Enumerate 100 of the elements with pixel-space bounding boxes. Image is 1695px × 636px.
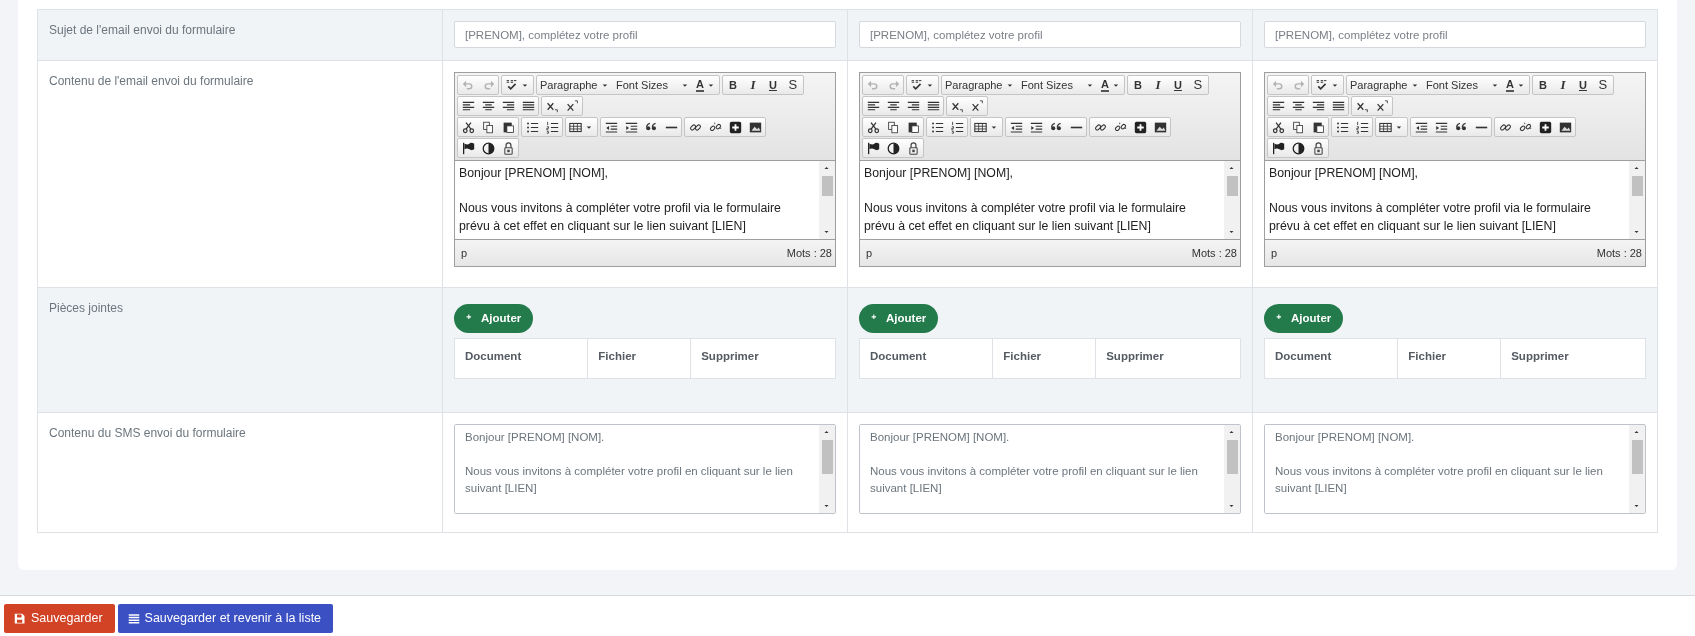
unlink-icon (1113, 120, 1127, 134)
scroll-up-icon (1228, 428, 1236, 436)
sms-textarea[interactable]: Bonjour [PRENOM] [NOM]. Nous vous invitons à compléter votre profil en cliquant sur le lien suivant [LIEN] (859, 424, 1241, 514)
scroll-down-icon (1633, 502, 1641, 510)
scrollbar-thumb[interactable] (1631, 176, 1643, 196)
cut-icon (1271, 120, 1285, 134)
column-header: Document (1264, 338, 1398, 378)
field-label: Contenu de l'email envoi du formulaire (49, 74, 254, 88)
scroll-up-icon (823, 428, 831, 436)
bold-button[interactable]: B (722, 76, 743, 94)
underline-button[interactable]: U (1572, 76, 1593, 94)
format-dropdown[interactable]: Paragraphe (942, 76, 1018, 94)
spellcheck-icon (1315, 78, 1328, 92)
text-color-button[interactable]: A (1098, 76, 1124, 94)
bold-button[interactable]: B (1532, 76, 1553, 94)
bullet-list-icon (930, 120, 944, 134)
add-button[interactable]: Ajouter (859, 304, 939, 334)
align-left-icon (1271, 99, 1285, 113)
field-label: Sujet de l'email envoi du formulaire (49, 23, 236, 37)
save-button[interactable]: Sauvegarder et revenir à la liste (117, 604, 334, 633)
cut-icon (461, 120, 475, 134)
add-button[interactable]: Ajouter (454, 304, 534, 334)
numbered-list-icon (545, 120, 559, 134)
text-input[interactable]: [PRENOM], complétez votre profil (454, 21, 836, 48)
align-right-icon (1311, 99, 1325, 113)
scroll-down-icon (823, 502, 831, 510)
flag-icon (1271, 141, 1285, 155)
sms-textarea[interactable]: Bonjour [PRENOM] [NOM]. Nous vous invitons à compléter votre profil en cliquant sur le lien suivant [LIEN] (454, 424, 836, 514)
lock-icon (501, 141, 515, 155)
scrollbar[interactable] (1224, 425, 1240, 513)
justify-icon (926, 99, 940, 113)
scroll-down-icon (823, 228, 831, 236)
font-size-dropdown[interactable]: Font Sizes (613, 76, 693, 94)
element-path: p (866, 245, 873, 261)
paste-icon (501, 120, 515, 134)
scroll-up-icon (823, 164, 831, 172)
text-color-button[interactable]: A (693, 76, 719, 94)
numbered-list-icon (1355, 120, 1369, 134)
editor-text[interactable]: Bonjour [PRENOM] [NOM], Nous vous invitons à compléter votre profil via le formulaire prévu à cet effet en cliquant sur le lien suivant [LIEN] (1265, 161, 1629, 239)
copy-icon (1291, 120, 1305, 134)
font-size-dropdown[interactable]: Font Sizes (1018, 76, 1098, 94)
insert-icon (1133, 120, 1147, 134)
italic-button[interactable]: I (1147, 76, 1168, 94)
scrollbar[interactable] (819, 161, 835, 239)
unlink-icon (1518, 120, 1532, 134)
justify-icon (1331, 99, 1345, 113)
indent-icon (624, 120, 638, 134)
outdent-icon (604, 120, 618, 134)
scroll-down-icon (1228, 228, 1236, 236)
font-size-dropdown[interactable]: Font Sizes (1423, 76, 1503, 94)
scrollbar-thumb[interactable] (1631, 440, 1643, 474)
save-button[interactable]: Sauvegarder (4, 604, 115, 633)
scrollbar-thumb[interactable] (821, 440, 833, 474)
scrollbar[interactable] (1224, 161, 1240, 239)
column-header: Document (454, 338, 588, 378)
strikethrough-button[interactable]: S (782, 76, 803, 94)
flag-icon (866, 141, 880, 155)
format-dropdown[interactable]: Paragraphe (537, 76, 613, 94)
element-path: p (461, 245, 468, 261)
scrollbar[interactable] (1629, 425, 1645, 513)
scrollbar-thumb[interactable] (1226, 440, 1238, 474)
scroll-down-icon (1228, 502, 1236, 510)
scrollbar-thumb[interactable] (1226, 176, 1238, 196)
undo-icon (461, 78, 475, 92)
italic-button[interactable]: I (742, 76, 763, 94)
text-color-button[interactable]: A (1503, 76, 1529, 94)
align-right-icon (501, 99, 515, 113)
bullet-list-icon (1335, 120, 1349, 134)
spellcheck-icon (910, 78, 923, 92)
scroll-up-icon (1633, 428, 1641, 436)
italic-button[interactable]: I (1552, 76, 1573, 94)
align-left-icon (461, 99, 475, 113)
scrollbar[interactable] (1629, 161, 1645, 239)
editor-text[interactable]: Bonjour [PRENOM] [NOM], Nous vous invitons à compléter votre profil via le formulaire prévu à cet effet en cliquant sur le lien suivant [LIEN] (455, 161, 819, 239)
strikethrough-button[interactable]: S (1592, 76, 1613, 94)
table-icon (1379, 120, 1392, 134)
bullet-list-icon (525, 120, 539, 134)
underline-button[interactable]: U (1167, 76, 1188, 94)
bold-button[interactable]: B (1127, 76, 1148, 94)
cut-icon (866, 120, 880, 134)
scroll-down-icon (1633, 228, 1641, 236)
add-button[interactable]: Ajouter (1264, 304, 1344, 334)
lock-icon (906, 141, 920, 155)
insert-icon (1538, 120, 1552, 134)
text-input[interactable]: [PRENOM], complétez votre profil (859, 21, 1241, 48)
scrollbar-thumb[interactable] (821, 176, 833, 196)
strikethrough-button[interactable]: S (1187, 76, 1208, 94)
contrast-icon (1291, 141, 1305, 155)
save-icon (14, 612, 26, 625)
undo-icon (866, 78, 880, 92)
editor-text[interactable]: Bonjour [PRENOM] [NOM], Nous vous invitons à compléter votre profil via le formulaire prévu à cet effet en cliquant sur le lien suivant [LIEN] (860, 161, 1224, 239)
align-center-icon (481, 99, 495, 113)
scrollbar[interactable] (819, 425, 835, 513)
underline-button[interactable]: U (762, 76, 783, 94)
column-header: Document (859, 338, 993, 378)
text-input[interactable]: [PRENOM], complétez votre profil (1264, 21, 1646, 48)
indent-icon (1029, 120, 1043, 134)
sms-textarea[interactable]: Bonjour [PRENOM] [NOM]. Nous vous invitons à compléter votre profil en cliquant sur le lien suivant [LIEN] (1264, 424, 1646, 514)
field-label: Pièces jointes (49, 301, 124, 315)
format-dropdown[interactable]: Paragraphe (1347, 76, 1423, 94)
